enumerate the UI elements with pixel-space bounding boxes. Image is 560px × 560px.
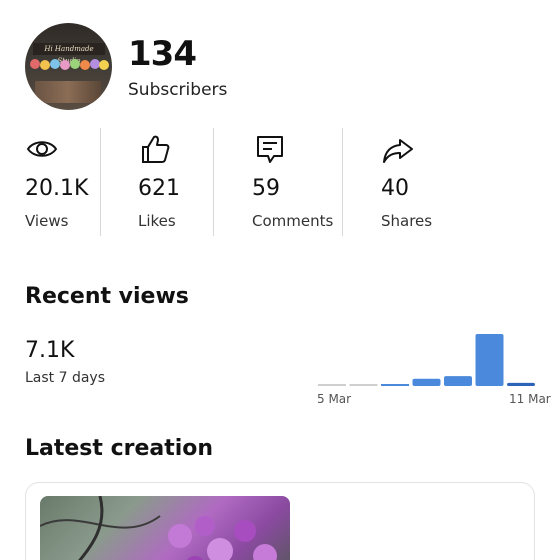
avatar-shelf	[35, 81, 101, 103]
comments-count: 59	[252, 176, 280, 201]
share-icon	[383, 139, 413, 163]
comments-label: Comments	[252, 212, 334, 230]
stat-divider	[100, 128, 101, 236]
shares-count: 40	[381, 176, 409, 201]
chart-bar	[318, 384, 346, 386]
recent-views-value: 7.1K	[25, 338, 75, 363]
recent-views-period: Last 7 days	[25, 370, 106, 386]
subscriber-count: 134	[128, 33, 197, 74]
channel-header: Hi Handmade Studio 134 Subscribers	[25, 23, 227, 110]
comment-icon	[257, 136, 283, 163]
chart-bar	[475, 334, 504, 386]
avatar-garland	[30, 59, 109, 70]
views-label: Views	[25, 212, 69, 230]
avatar[interactable]: Hi Handmade Studio	[25, 23, 112, 110]
likes-count: 621	[138, 176, 180, 201]
orchid-image	[40, 496, 277, 560]
chart-bar	[381, 384, 409, 386]
eye-icon	[26, 141, 58, 157]
likes-label: Likes	[138, 212, 176, 230]
thumbs-up-icon	[142, 135, 170, 163]
subscriber-info: 134 Subscribers	[128, 34, 227, 100]
stat-divider	[213, 128, 214, 236]
chart-bar	[349, 384, 378, 386]
subscriber-label: Subscribers	[128, 79, 228, 100]
latest-creation-title: Latest creation	[25, 436, 214, 461]
chart-bar	[412, 378, 441, 386]
chart-end-label: 11 Mar	[509, 392, 551, 406]
recent-views-title: Recent views	[25, 284, 189, 309]
avatar-sign: Hi Handmade Studio	[33, 43, 105, 65]
chart-bar	[444, 376, 472, 386]
stats-row: 20.1K Views 621 Likes 59 Comments 40 Sha…	[0, 128, 560, 236]
chart-start-label: 5 Mar	[317, 392, 352, 406]
latest-creation-thumbnail[interactable]	[40, 496, 290, 560]
views-count: 20.1K	[25, 176, 89, 201]
latest-creation-card[interactable]	[25, 482, 535, 560]
stat-divider	[342, 128, 343, 236]
shares-label: Shares	[381, 212, 433, 230]
chart-bar	[507, 382, 535, 386]
